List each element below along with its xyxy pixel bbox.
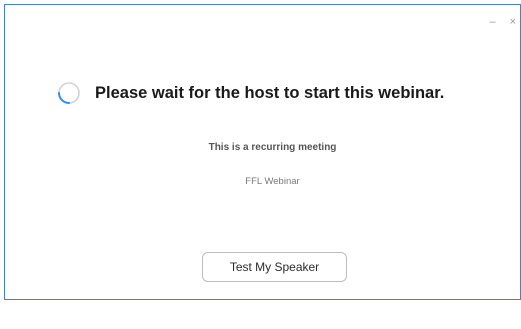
waiting-message: Please wait for the host to start this w… [95,83,445,102]
minimize-icon[interactable]: – [489,17,495,28]
loading-spinner-icon [58,82,80,104]
meeting-name: FFL Webinar [245,176,300,187]
recurring-meeting-note: This is a recurring meeting [208,142,337,153]
window-controls: – × [489,17,516,28]
webinar-waiting-window: – × Please wait for the host to start th… [4,4,521,300]
test-my-speaker-button[interactable]: Test My Speaker [202,252,347,282]
waiting-status: Please wait for the host to start this w… [57,81,444,105]
close-icon[interactable]: × [510,17,516,28]
